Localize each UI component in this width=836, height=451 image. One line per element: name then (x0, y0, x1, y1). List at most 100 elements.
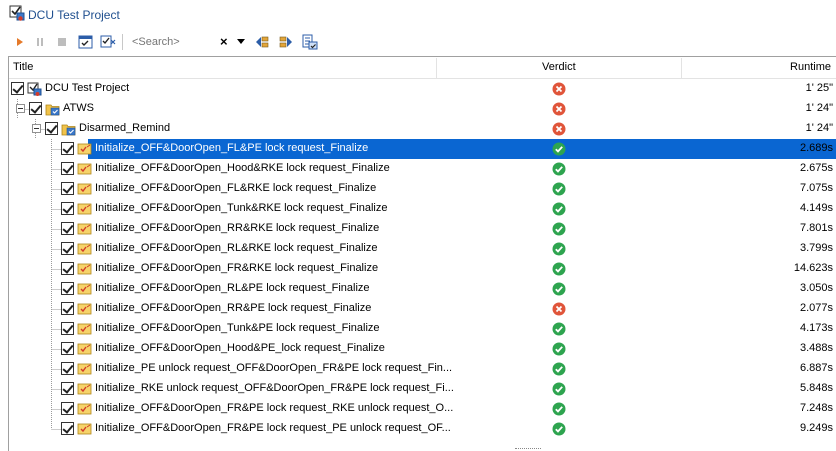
row-title: Initialize_OFF&DoorOpen_RL&PE lock reque… (95, 282, 370, 294)
search-input[interactable] (128, 32, 224, 52)
test-case-row[interactable]: Initialize_OFF&DoorOpen_FR&RKE lock requ… (9, 259, 836, 279)
test-case-icon (77, 282, 92, 296)
checkbox[interactable] (61, 342, 74, 355)
collapse-toggle[interactable] (32, 124, 41, 133)
test-case-row[interactable]: Initialize_OFF&DoorOpen_FR&PE lock reque… (9, 399, 836, 419)
checkbox[interactable] (61, 162, 74, 175)
column-divider[interactable] (436, 58, 437, 78)
checkbox[interactable] (61, 322, 74, 335)
play-icon[interactable] (12, 34, 28, 50)
checkbox[interactable] (61, 422, 74, 435)
row-title: Initialize_OFF&DoorOpen_Tunk&PE lock req… (95, 322, 380, 334)
test-case-row[interactable]: Initialize_OFF&DoorOpen_RR&RKE lock requ… (9, 219, 836, 239)
checkbox[interactable] (29, 102, 42, 115)
chevron-down-icon[interactable] (237, 39, 245, 44)
tree-connector (35, 239, 61, 259)
checkbox[interactable] (61, 402, 74, 415)
pass-verdict-icon (552, 162, 566, 176)
row-title: Initialize_OFF&DoorOpen_FR&PE lock reque… (95, 402, 454, 414)
row-title: Initialize_OFF&DoorOpen_FL&RKE lock requ… (95, 182, 377, 194)
row-title: Initialize_OFF&DoorOpen_RR&RKE lock requ… (95, 222, 380, 234)
tree-connector (35, 339, 61, 359)
tree-connector (35, 179, 61, 199)
test-case-icon (77, 182, 92, 196)
tree-connector (35, 259, 61, 279)
pass-verdict-icon (552, 282, 566, 296)
row-runtime: 9.249s (799, 422, 833, 434)
row-runtime: 3.050s (799, 282, 833, 294)
folder-row[interactable]: ATWS 1' 24" (9, 99, 836, 119)
checkbox[interactable] (61, 182, 74, 195)
project-row[interactable]: DCU Test Project 1' 25" (9, 79, 836, 99)
row-title: Initialize_RKE unlock request_OFF&DoorOp… (95, 382, 454, 394)
column-verdict[interactable]: Verdict (542, 57, 576, 79)
tree-connector (35, 119, 45, 139)
test-case-row[interactable]: Initialize_RKE unlock request_OFF&DoorOp… (9, 379, 836, 399)
window-titlebar: DCU Test Project (0, 0, 836, 28)
checkbox[interactable] (61, 302, 74, 315)
find-all-icon[interactable] (302, 34, 318, 50)
checkbox[interactable] (11, 82, 24, 95)
toolbar: × (8, 30, 836, 54)
test-case-row[interactable]: Initialize_OFF&DoorOpen_FR&PE lock reque… (9, 419, 836, 439)
test-case-icon (77, 262, 92, 276)
checkbox[interactable] (61, 362, 74, 375)
checklist-icon[interactable] (100, 34, 116, 50)
test-case-row[interactable]: Initialize_OFF&DoorOpen_FL&PE lock reque… (9, 139, 836, 159)
tree-connector (35, 419, 61, 439)
test-case-row[interactable]: Initialize_OFF&DoorOpen_RL&PE lock reque… (9, 279, 836, 299)
collapse-toggle[interactable] (16, 104, 25, 113)
tree-connector (35, 159, 61, 179)
tree-connector (35, 299, 61, 319)
row-title: Initialize_PE unlock request_OFF&DoorOpe… (95, 362, 453, 374)
test-case-icon (77, 342, 92, 356)
suite-row[interactable]: Disarmed_Remind 1' 24" (9, 119, 836, 139)
find-previous-icon[interactable] (254, 34, 270, 50)
test-case-icon (77, 302, 92, 316)
test-results-tree: Title Verdict Runtime DCU Test Project 1'… (8, 56, 836, 451)
project-icon (27, 82, 42, 96)
test-case-row[interactable]: Initialize_OFF&DoorOpen_Tunk&PE lock req… (9, 319, 836, 339)
test-case-row[interactable]: Initialize_PE unlock request_OFF&DoorOpe… (9, 359, 836, 379)
test-case-icon (77, 222, 92, 236)
column-runtime[interactable]: Runtime (790, 57, 831, 79)
checkbox[interactable] (45, 122, 58, 135)
row-runtime: 1' 24" (805, 122, 833, 134)
checkbox[interactable] (61, 222, 74, 235)
report-icon[interactable] (78, 34, 94, 50)
row-title: Initialize_OFF&DoorOpen_RR&PE lock reque… (95, 302, 372, 314)
clear-search-icon[interactable]: × (220, 34, 232, 50)
checkbox[interactable] (61, 202, 74, 215)
test-case-row[interactable]: Initialize_OFF&DoorOpen_RR&PE lock reque… (9, 299, 836, 319)
pass-verdict-icon (552, 222, 566, 236)
checkbox[interactable] (61, 282, 74, 295)
row-runtime: 6.887s (799, 362, 833, 374)
pass-verdict-icon (552, 382, 566, 396)
checkbox[interactable] (61, 142, 74, 155)
row-title: Initialize_OFF&DoorOpen_Hood&PE_lock req… (95, 342, 385, 354)
test-case-row[interactable]: Initialize_OFF&DoorOpen_Tunk&RKE lock re… (9, 199, 836, 219)
test-case-icon (77, 322, 92, 336)
test-case-row[interactable]: Initialize_OFF&DoorOpen_Hood&RKE lock re… (9, 159, 836, 179)
find-next-icon[interactable] (278, 34, 294, 50)
test-case-icon (77, 242, 92, 256)
tree-connector (35, 219, 61, 239)
checkbox[interactable] (61, 242, 74, 255)
pause-icon[interactable] (32, 34, 48, 50)
resize-grip[interactable] (515, 448, 541, 450)
row-runtime: 2.675s (799, 162, 833, 174)
row-runtime: 14.623s (793, 262, 833, 274)
column-title[interactable]: Title (13, 57, 33, 79)
stop-icon[interactable] (54, 34, 70, 50)
test-case-icon (77, 382, 92, 396)
test-case-row[interactable]: Initialize_OFF&DoorOpen_Hood&PE_lock req… (9, 339, 836, 359)
test-case-row[interactable]: Initialize_OFF&DoorOpen_FL&RKE lock requ… (9, 179, 836, 199)
test-case-row[interactable]: Initialize_OFF&DoorOpen_RL&RKE lock requ… (9, 239, 836, 259)
checkbox[interactable] (61, 382, 74, 395)
checkbox[interactable] (61, 262, 74, 275)
test-case-icon (77, 362, 92, 376)
column-divider[interactable] (681, 58, 682, 78)
row-runtime: 7.801s (799, 222, 833, 234)
row-title: Initialize_OFF&DoorOpen_FR&PE lock reque… (95, 422, 451, 434)
row-title: Initialize_OFF&DoorOpen_Hood&RKE lock re… (95, 162, 390, 174)
